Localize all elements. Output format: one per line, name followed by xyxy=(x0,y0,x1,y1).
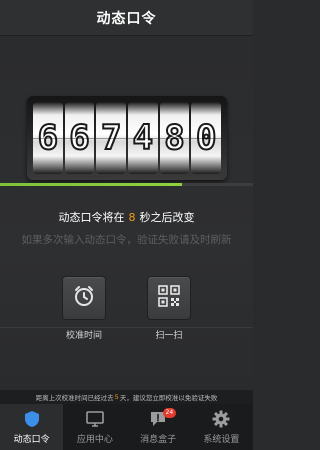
token-digit: 0 xyxy=(191,102,222,174)
tab-message-box[interactable]: 24 消息盒子 xyxy=(127,404,190,450)
bottom-tab-bar: 动态口令 应用中心 24 消息盒子 系统设置 xyxy=(0,404,253,450)
tab-label: 系统设置 xyxy=(203,434,240,445)
countdown-text: 动态口令将在 8 秒之后改变 xyxy=(0,209,253,225)
divider xyxy=(0,327,253,328)
countdown-progress-bar xyxy=(0,183,253,186)
app-header: 动态口令 xyxy=(0,0,253,36)
gear-icon xyxy=(211,410,231,428)
qr-code-icon xyxy=(158,285,180,311)
tab-dynamic-token[interactable]: 动态口令 xyxy=(0,404,64,450)
token-panel: 6 6 7 4 8 0 动态口令将在 8 秒之后改变 如果多次输入动态口令，验证失败… xyxy=(0,36,253,390)
countdown-suffix: 秒之后改变 xyxy=(139,211,195,224)
countdown-prefix: 动态口令将在 xyxy=(58,211,125,224)
calibration-notice: 距离上次校准时间已经过去 5 天，建议您立即校准以免验证失败 xyxy=(0,390,253,404)
countdown-seconds: 8 xyxy=(128,211,136,224)
token-digit: 6 xyxy=(33,102,63,174)
token-digit: 7 xyxy=(96,102,127,174)
shield-icon xyxy=(22,410,42,428)
monitor-icon xyxy=(85,410,105,428)
token-display: 6 6 7 4 8 0 xyxy=(27,96,227,180)
tab-label: 动态口令 xyxy=(13,434,50,445)
page-title: 动态口令 xyxy=(96,10,157,27)
tab-system-settings[interactable]: 系统设置 xyxy=(190,404,253,450)
notice-suffix: 天，建议您立即校准以免验证失败 xyxy=(119,394,218,402)
alarm-clock-icon xyxy=(72,284,96,312)
calibrate-time-button[interactable] xyxy=(62,276,106,320)
token-digit: 8 xyxy=(159,102,190,174)
message-badge: 24 xyxy=(162,408,177,418)
token-digit: 6 xyxy=(64,102,95,174)
calibrate-time-action[interactable]: 校准时间 xyxy=(54,276,114,341)
token-digit: 4 xyxy=(128,102,158,174)
refresh-hint: 如果多次输入动态口令，验证失败请及时刷新 xyxy=(21,234,232,246)
calibrate-time-label: 校准时间 xyxy=(65,331,102,341)
tab-app-center[interactable]: 应用中心 xyxy=(63,404,126,450)
tab-label: 应用中心 xyxy=(76,434,113,445)
tab-label: 消息盒子 xyxy=(140,434,177,445)
scan-action[interactable]: 扫一扫 xyxy=(139,276,199,341)
notice-prefix: 距离上次校准时间已经过去 xyxy=(35,394,114,402)
scan-label: 扫一扫 xyxy=(155,331,183,341)
notice-days: 5 xyxy=(114,393,119,401)
countdown-progress-fill xyxy=(0,183,183,186)
scan-button[interactable] xyxy=(147,276,191,320)
